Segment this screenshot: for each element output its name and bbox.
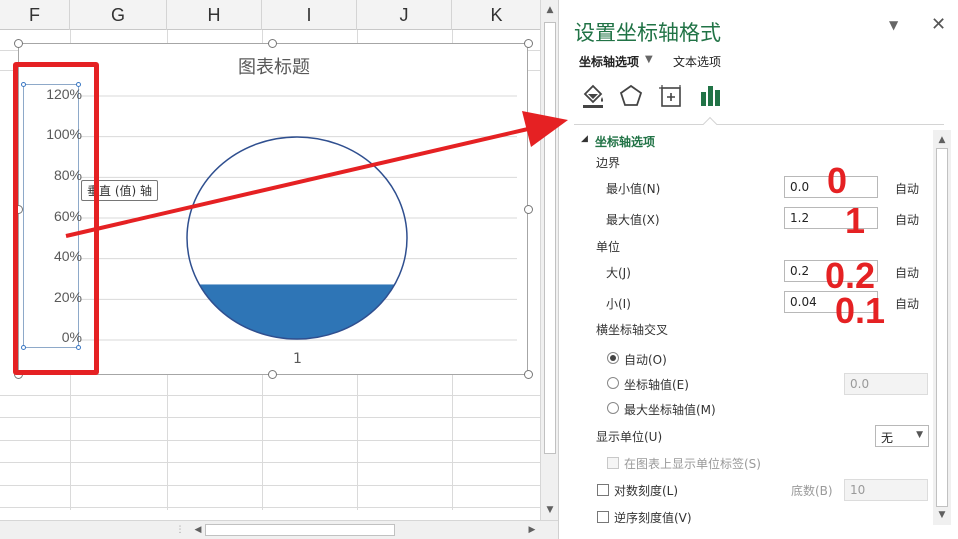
fill-line-icon[interactable] xyxy=(579,82,607,110)
column-header-k[interactable]: K xyxy=(452,0,540,30)
spreadsheet-area[interactable]: F G H I J K 图表标题 120% 100% 80% 60% 40% 2… xyxy=(0,0,540,539)
tab-text-options[interactable]: 文本选项 xyxy=(673,53,721,70)
column-headers: F G H I J K xyxy=(0,0,540,30)
divider xyxy=(574,124,944,125)
base-label: 底数(B) xyxy=(791,484,833,498)
chart-resize-handle[interactable] xyxy=(268,39,277,48)
chart-resize-handle[interactable] xyxy=(14,205,23,214)
min-label: 最小值(N) xyxy=(606,182,661,196)
cross-max-label[interactable]: 最大坐标轴值(M) xyxy=(624,401,716,418)
chart-resize-handle[interactable] xyxy=(524,205,533,214)
scroll-down-icon[interactable]: ▼ xyxy=(542,502,558,518)
min-auto-label[interactable]: 自动 xyxy=(895,180,919,197)
y-tick-label: 20% xyxy=(53,289,82,305)
cross-value-label[interactable]: 坐标轴值(E) xyxy=(624,376,689,393)
show-units-checkbox[interactable] xyxy=(607,457,619,469)
reverse-order-checkbox[interactable] xyxy=(597,511,609,523)
scroll-up-icon[interactable]: ▲ xyxy=(934,132,950,148)
y-tick-label: 100% xyxy=(46,126,82,142)
scroll-thumb[interactable] xyxy=(936,148,948,507)
collapse-triangle-icon[interactable]: ◢ xyxy=(581,134,588,144)
display-units-value: 无 xyxy=(881,431,894,445)
axis-options-icon[interactable] xyxy=(697,82,725,110)
format-axis-pane: 设置坐标轴格式 ▼ ✕ 坐标轴选项 ▼ 文本选项 ◢ 坐标轴选项 边界 最小值(… xyxy=(558,0,958,539)
plot-area xyxy=(81,95,517,341)
column-header-f[interactable]: F xyxy=(0,0,70,30)
log-base-input[interactable]: 10 xyxy=(844,479,928,501)
minor-label: 小(I) xyxy=(606,297,631,311)
max-label: 最大值(X) xyxy=(606,213,660,227)
y-tick-label: 60% xyxy=(53,208,82,224)
chart-area[interactable]: 图表标题 120% 100% 80% 60% 40% 20% 0% 垂直 (值)… xyxy=(18,43,528,375)
log-scale-checkbox[interactable] xyxy=(597,484,609,496)
tab-pointer xyxy=(702,116,718,132)
axis-selection-handle[interactable] xyxy=(21,345,26,350)
gridline xyxy=(0,440,540,441)
annotation-min: 0 xyxy=(827,160,848,201)
sheet-horizontal-scrollbar[interactable]: ⋮ ◀ ▶ xyxy=(0,520,558,539)
cross-max-radio[interactable] xyxy=(607,402,619,414)
annotation-major: 0.2 xyxy=(825,255,876,296)
bounds-label: 边界 xyxy=(596,156,621,170)
scroll-right-icon[interactable]: ▶ xyxy=(524,522,540,538)
cross-label: 横坐标轴交叉 xyxy=(596,323,669,337)
annotation-max: 1 xyxy=(845,200,866,241)
gridline xyxy=(0,462,540,463)
pane-vertical-scrollbar[interactable]: ▲ ▼ xyxy=(933,130,951,525)
column-header-j[interactable]: J xyxy=(357,0,452,30)
minor-auto-label[interactable]: 自动 xyxy=(895,295,919,312)
chart-resize-handle[interactable] xyxy=(524,39,533,48)
scroll-up-icon[interactable]: ▲ xyxy=(542,2,558,18)
pane-options-icon[interactable]: ▼ xyxy=(889,18,898,32)
annotation-minor: 0.1 xyxy=(835,290,886,331)
cross-auto-label[interactable]: 自动(O) xyxy=(624,351,667,368)
display-units-select[interactable]: 无 ▼ xyxy=(875,425,929,447)
series-fill[interactable] xyxy=(187,284,407,339)
column-header-g[interactable]: G xyxy=(70,0,167,30)
y-tick-label: 120% xyxy=(46,86,82,102)
major-auto-label[interactable]: 自动 xyxy=(895,264,919,281)
scroll-thumb[interactable] xyxy=(544,22,556,454)
category-label: 1 xyxy=(293,351,302,367)
effects-icon[interactable] xyxy=(617,82,645,110)
scroll-thumb[interactable] xyxy=(205,524,395,536)
scroll-down-icon[interactable]: ▼ xyxy=(934,507,950,523)
axis-tooltip: 垂直 (值) 轴 xyxy=(81,180,158,201)
chart-title[interactable]: 图表标题 xyxy=(19,53,529,79)
axis-selection-handle[interactable] xyxy=(76,345,81,350)
show-units-label[interactable]: 在图表上显示单位标签(S) xyxy=(624,455,761,472)
y-tick-label: 40% xyxy=(53,248,82,264)
chart-resize-handle[interactable] xyxy=(14,370,23,379)
tab-axis-options[interactable]: 坐标轴选项 xyxy=(579,53,639,70)
gridline xyxy=(0,485,540,486)
major-label: 大(J) xyxy=(606,266,631,280)
cross-value-input[interactable]: 0.0 xyxy=(844,373,928,395)
reverse-order-label[interactable]: 逆序刻度值(V) xyxy=(614,509,692,526)
cross-value-radio[interactable] xyxy=(607,377,619,389)
display-units-label: 显示单位(U) xyxy=(596,430,663,444)
chart-resize-handle[interactable] xyxy=(524,370,533,379)
chevron-down-icon[interactable]: ▼ xyxy=(645,54,653,65)
pane-title: 设置坐标轴格式 xyxy=(574,21,721,45)
section-axis-options[interactable]: 坐标轴选项 xyxy=(595,133,655,150)
chart-resize-handle[interactable] xyxy=(14,39,23,48)
close-icon[interactable]: ✕ xyxy=(931,14,946,35)
y-tick-label: 80% xyxy=(53,167,82,183)
chevron-down-icon: ▼ xyxy=(916,430,923,440)
y-tick-label: 0% xyxy=(61,329,82,345)
gridline xyxy=(0,507,540,508)
log-scale-label[interactable]: 对数刻度(L) xyxy=(614,482,678,499)
cross-auto-radio[interactable] xyxy=(607,352,619,364)
chart-resize-handle[interactable] xyxy=(268,370,277,379)
sheet-vertical-scrollbar[interactable]: ▲ ▼ xyxy=(540,0,558,520)
gridline xyxy=(0,395,540,396)
size-properties-icon[interactable] xyxy=(657,82,685,110)
split-handle-icon[interactable]: ⋮ xyxy=(172,522,188,538)
column-header-h[interactable]: H xyxy=(167,0,262,30)
gridline xyxy=(0,417,540,418)
units-label: 单位 xyxy=(596,240,621,254)
scroll-left-icon[interactable]: ◀ xyxy=(190,522,206,538)
max-auto-label[interactable]: 自动 xyxy=(895,211,919,228)
column-header-i[interactable]: I xyxy=(262,0,357,30)
